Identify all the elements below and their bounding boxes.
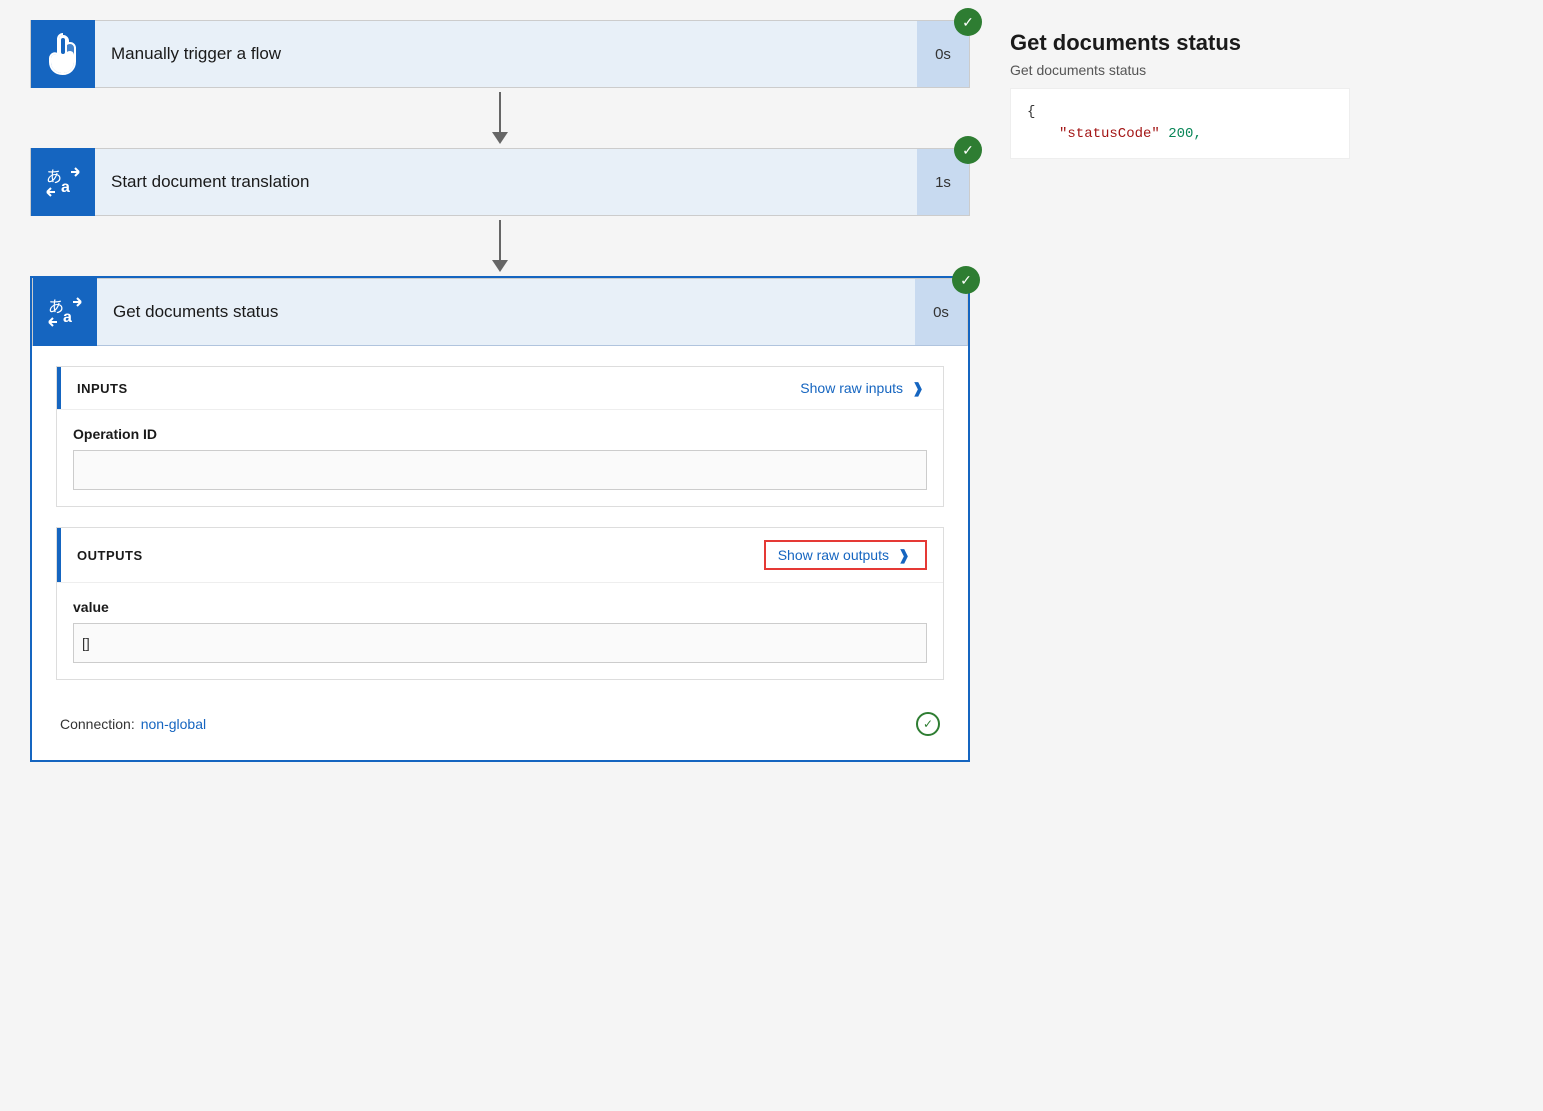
code-block: { "statusCode" 200, bbox=[1010, 88, 1350, 159]
connection-label: Connection: bbox=[60, 716, 135, 732]
svg-text:あ: あ bbox=[46, 168, 62, 186]
arrow-2 bbox=[492, 216, 508, 276]
arrow-head-2 bbox=[492, 260, 508, 272]
step-documents-status[interactable]: あ a Get documents status 0s ✓ INPUTS bbox=[30, 276, 970, 762]
operation-id-input[interactable] bbox=[73, 450, 927, 490]
value-content: [] bbox=[82, 635, 90, 651]
translate-icon-2: あ a bbox=[45, 294, 85, 330]
translate-icon-container-1: あ a bbox=[31, 148, 95, 216]
right-panel: Get documents status Get documents statu… bbox=[1010, 20, 1350, 169]
step-translation-check: ✓ bbox=[954, 136, 982, 164]
inputs-section: INPUTS Show raw inputs ❱ Operation ID bbox=[56, 366, 944, 507]
svg-text:a: a bbox=[61, 179, 70, 196]
chevron-right-icon-inputs: ❱ bbox=[909, 379, 927, 397]
arrow-1 bbox=[492, 88, 508, 148]
step-trigger[interactable]: Manually trigger a flow 0s ✓ bbox=[30, 20, 970, 88]
touch-icon bbox=[45, 32, 81, 76]
step-translation[interactable]: あ a Start document translation 1s ✓ bbox=[30, 148, 970, 216]
outputs-label: OUTPUTS bbox=[77, 548, 143, 563]
arrow-line-1 bbox=[499, 92, 501, 132]
code-colon bbox=[1160, 126, 1168, 142]
flow-column: Manually trigger a flow 0s ✓ あ a bbox=[20, 20, 980, 762]
translate-icon-container-2: あ a bbox=[33, 278, 97, 346]
outputs-section-header: OUTPUTS Show raw outputs ❱ bbox=[57, 528, 943, 582]
show-raw-outputs-label: Show raw outputs bbox=[778, 547, 889, 563]
operation-id-label: Operation ID bbox=[73, 426, 927, 442]
arrow-head-1 bbox=[492, 132, 508, 144]
step-documents-check: ✓ bbox=[952, 266, 980, 294]
show-raw-inputs-label: Show raw inputs bbox=[800, 380, 903, 396]
connection-row: Connection: non-global ✓ bbox=[56, 700, 944, 740]
step-documents-header[interactable]: あ a Get documents status 0s bbox=[32, 278, 968, 346]
value-label: value bbox=[73, 599, 927, 615]
value-field: [] bbox=[73, 623, 927, 663]
page-container: Manually trigger a flow 0s ✓ あ a bbox=[20, 20, 1523, 762]
code-open-brace: { bbox=[1027, 104, 1035, 120]
step-trigger-check: ✓ bbox=[954, 8, 982, 36]
show-raw-inputs-button[interactable]: Show raw inputs ❱ bbox=[800, 379, 927, 397]
code-value: 200, bbox=[1168, 126, 1202, 142]
show-raw-outputs-button[interactable]: Show raw outputs ❱ bbox=[764, 540, 927, 570]
translate-icon-1: あ a bbox=[43, 164, 83, 200]
step-translation-header[interactable]: あ a Start document translation 1s bbox=[30, 148, 970, 216]
panel-title: Get documents status bbox=[1010, 30, 1350, 56]
trigger-icon-container bbox=[31, 20, 95, 88]
outputs-content: value [] bbox=[57, 582, 943, 679]
inputs-label: INPUTS bbox=[77, 381, 128, 396]
arrow-line-2 bbox=[499, 220, 501, 260]
code-key: "statusCode" bbox=[1059, 126, 1160, 142]
step-trigger-header[interactable]: Manually trigger a flow 0s bbox=[30, 20, 970, 88]
connection-value[interactable]: non-global bbox=[141, 716, 206, 732]
outputs-section: OUTPUTS Show raw outputs ❱ value [] bbox=[56, 527, 944, 680]
step-trigger-title: Manually trigger a flow bbox=[95, 44, 917, 64]
code-line-brace: { bbox=[1027, 101, 1333, 123]
svg-text:a: a bbox=[63, 309, 72, 326]
panel-subtitle: Get documents status bbox=[1010, 62, 1350, 78]
step-documents-title: Get documents status bbox=[97, 302, 915, 322]
svg-text:あ: あ bbox=[48, 298, 64, 316]
step-translation-title: Start document translation bbox=[95, 172, 917, 192]
code-line-status: "statusCode" 200, bbox=[1027, 123, 1333, 145]
chevron-right-icon-outputs: ❱ bbox=[895, 546, 913, 564]
inputs-content: Operation ID bbox=[57, 409, 943, 506]
inputs-section-header: INPUTS Show raw inputs ❱ bbox=[57, 367, 943, 409]
connection-check-icon: ✓ bbox=[916, 712, 940, 736]
step-documents-body: INPUTS Show raw inputs ❱ Operation ID bbox=[32, 346, 968, 760]
